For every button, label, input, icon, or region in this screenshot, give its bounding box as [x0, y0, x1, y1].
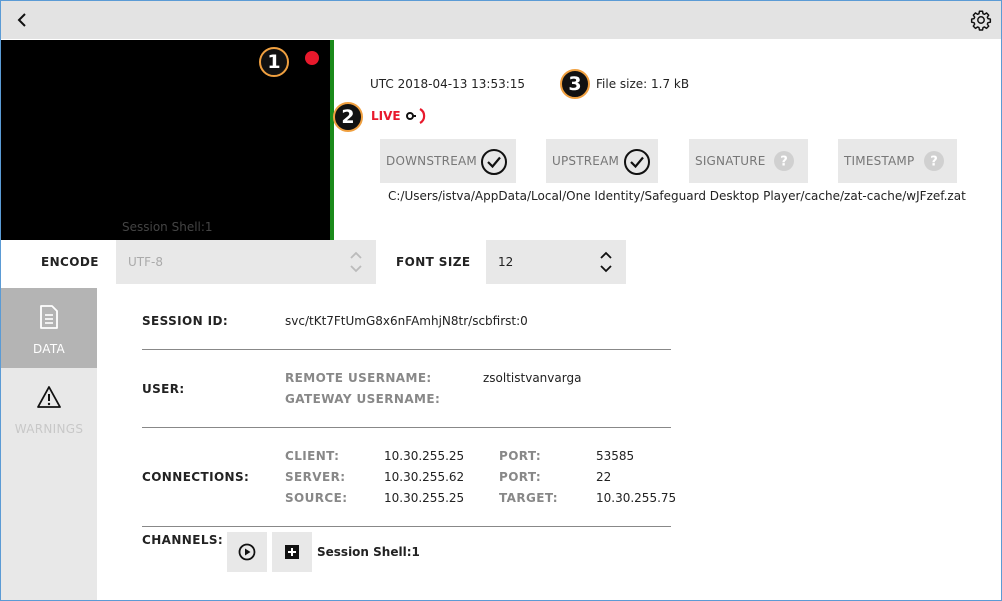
- encode-label: ENCODE: [41, 255, 99, 269]
- warning-icon: [37, 386, 61, 408]
- live-label: LIVE: [371, 109, 401, 123]
- recording-dot-icon: [305, 51, 319, 65]
- check-circle-icon: [624, 149, 650, 175]
- add-channel-button[interactable]: [272, 532, 312, 572]
- question-circle-icon: ?: [774, 151, 794, 171]
- question-circle-icon: ?: [924, 151, 944, 171]
- upstream-button[interactable]: UPSTREAM: [546, 139, 658, 183]
- callout-badge-1: 1: [259, 47, 289, 77]
- document-icon: [40, 305, 58, 329]
- signature-label: SIGNATURE: [695, 154, 766, 168]
- divider: [142, 349, 671, 350]
- sidebar-item-label: DATA: [32, 342, 66, 356]
- remote-username-label: REMOTE USERNAME:: [285, 371, 432, 385]
- font-size-value: 12: [498, 255, 514, 269]
- server-label: SERVER:: [285, 470, 346, 484]
- callout-badge-2: 2: [333, 102, 363, 132]
- encode-value: UTF-8: [128, 255, 163, 269]
- updown-chevron-icon: [600, 251, 612, 273]
- divider: [142, 526, 671, 527]
- encode-select[interactable]: UTF-8: [116, 240, 376, 284]
- gateway-username-label: GATEWAY USERNAME:: [285, 392, 441, 406]
- utc-timestamp: UTC 2018-04-13 13:53:15: [370, 77, 526, 91]
- file-path: C:/Users/istva/AppData/Local/One Identit…: [388, 189, 966, 203]
- progress-indicator: [330, 40, 334, 240]
- client-value: 10.30.255.25: [384, 449, 465, 463]
- callout-badge-3: 3: [560, 69, 590, 99]
- play-channel-button[interactable]: [227, 532, 267, 572]
- live-stream-icon: [406, 108, 426, 124]
- file-size: File size: 1.7 kB: [596, 77, 690, 91]
- downstream-button[interactable]: DOWNSTREAM: [380, 139, 516, 183]
- top-bar: [1, 1, 1001, 39]
- source-label: SOURCE:: [285, 491, 348, 505]
- sidebar-item-label: WARNINGS: [14, 422, 84, 436]
- chevron-left-icon: [17, 13, 26, 27]
- target-label: TARGET:: [499, 491, 558, 505]
- updown-chevron-icon: [350, 251, 362, 273]
- port-value: 53585: [596, 449, 635, 463]
- session-id-value: svc/tKt7FtUmG8x6nFAmhjN8tr/scbfirst:0: [285, 314, 528, 328]
- timestamp-button[interactable]: TIMESTAMP ?: [838, 139, 957, 183]
- signature-button[interactable]: SIGNATURE ?: [689, 139, 808, 183]
- channels-label: CHANNELS:: [142, 533, 224, 547]
- svg-text:?: ?: [930, 155, 938, 170]
- sidebar-item-data[interactable]: DATA: [1, 288, 97, 368]
- connections-label: CONNECTIONS:: [142, 470, 250, 484]
- font-size-select[interactable]: 12: [486, 240, 626, 284]
- settings-button[interactable]: [970, 9, 992, 31]
- server-value: 10.30.255.62: [384, 470, 465, 484]
- port-value: 22: [596, 470, 612, 484]
- channel-name: Session Shell:1: [317, 545, 420, 559]
- upstream-label: UPSTREAM: [552, 154, 620, 168]
- play-circle-icon: [238, 543, 256, 561]
- session-id-label: SESSION ID:: [142, 314, 229, 328]
- back-button[interactable]: [11, 9, 33, 31]
- client-label: CLIENT:: [285, 449, 340, 463]
- sidebar-item-warnings[interactable]: WARNINGS: [1, 368, 97, 448]
- source-value: 10.30.255.25: [384, 491, 465, 505]
- font-size-label: FONT SIZE: [396, 255, 471, 269]
- port-label: PORT:: [499, 470, 542, 484]
- svg-text:?: ?: [780, 155, 788, 170]
- plus-square-icon: [285, 545, 299, 559]
- port-label: PORT:: [499, 449, 542, 463]
- downstream-label: DOWNSTREAM: [386, 154, 477, 168]
- timestamp-label: TIMESTAMP: [844, 154, 915, 168]
- divider: [142, 427, 671, 428]
- user-label: USER:: [142, 382, 185, 396]
- gear-icon: [970, 10, 992, 31]
- remote-username-value: zsoltistvanvarga: [483, 371, 582, 385]
- video-channel-label: Session Shell:1: [122, 220, 213, 234]
- check-circle-icon: [481, 149, 507, 175]
- target-value: 10.30.255.75: [596, 491, 677, 505]
- sidebar: DATA WARNINGS: [1, 288, 97, 600]
